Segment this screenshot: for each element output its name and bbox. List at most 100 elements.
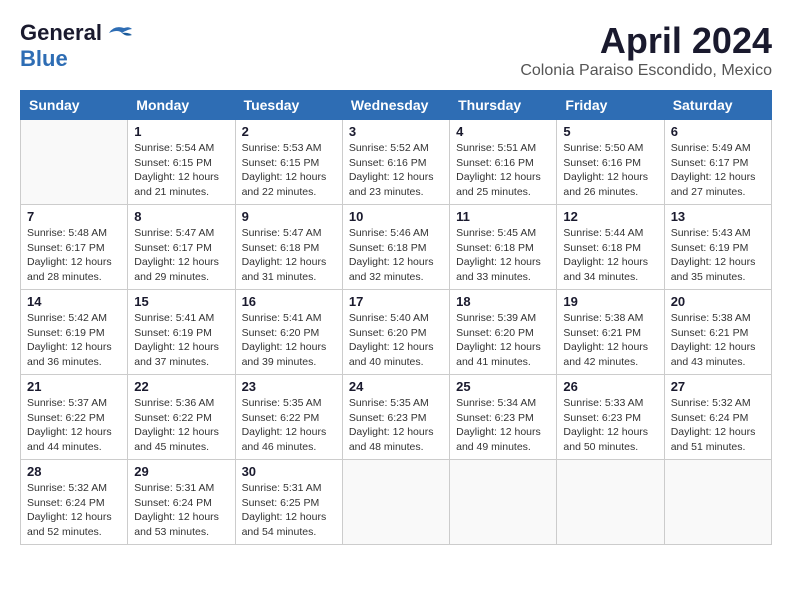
day-info: Sunrise: 5:35 AMSunset: 6:23 PMDaylight:… bbox=[349, 396, 443, 455]
calendar-cell: 2Sunrise: 5:53 AMSunset: 6:15 PMDaylight… bbox=[235, 120, 342, 205]
calendar-cell: 15Sunrise: 5:41 AMSunset: 6:19 PMDayligh… bbox=[128, 290, 235, 375]
day-info: Sunrise: 5:47 AMSunset: 6:17 PMDaylight:… bbox=[134, 226, 228, 285]
calendar-cell: 20Sunrise: 5:38 AMSunset: 6:21 PMDayligh… bbox=[664, 290, 771, 375]
calendar-header-friday: Friday bbox=[557, 91, 664, 120]
day-info: Sunrise: 5:40 AMSunset: 6:20 PMDaylight:… bbox=[349, 311, 443, 370]
calendar-cell: 14 Sunrise: 5:42 AMSunset: 6:19 PMDayligh… bbox=[21, 290, 128, 375]
day-number: 30 bbox=[242, 464, 336, 479]
day-info: Sunrise: 5:39 AMSunset: 6:20 PMDaylight:… bbox=[456, 311, 550, 370]
logo: General Blue bbox=[20, 20, 134, 72]
day-number: 8 bbox=[134, 209, 228, 224]
calendar-header-row: SundayMondayTuesdayWednesdayThursdayFrid… bbox=[21, 91, 772, 120]
day-info: Sunrise: 5:52 AMSunset: 6:16 PMDaylight:… bbox=[349, 141, 443, 200]
calendar-cell: 10Sunrise: 5:46 AMSunset: 6:18 PMDayligh… bbox=[342, 205, 449, 290]
day-info: Sunrise: 5:53 AMSunset: 6:15 PMDaylight:… bbox=[242, 141, 336, 200]
day-number: 29 bbox=[134, 464, 228, 479]
calendar-cell: 23 Sunrise: 5:35 AMSunset: 6:22 PMDayligh… bbox=[235, 375, 342, 460]
day-number: 24 bbox=[349, 379, 443, 394]
day-number: 16 bbox=[242, 294, 336, 309]
day-number: 7 bbox=[27, 209, 121, 224]
day-info: Sunrise: 5:35 AMSunset: 6:22 PMDaylight:… bbox=[242, 396, 336, 455]
calendar-cell: 18 Sunrise: 5:39 AMSunset: 6:20 PMDayligh… bbox=[450, 290, 557, 375]
calendar-cell bbox=[450, 460, 557, 545]
day-info: Sunrise: 5:32 AMSunset: 6:24 PMDaylight:… bbox=[671, 396, 765, 455]
logo-bird-icon bbox=[104, 23, 134, 43]
calendar-header-wednesday: Wednesday bbox=[342, 91, 449, 120]
calendar-cell: 11 Sunrise: 5:45 AMSunset: 6:18 PMDayligh… bbox=[450, 205, 557, 290]
calendar-header-tuesday: Tuesday bbox=[235, 91, 342, 120]
logo-blue-text: Blue bbox=[20, 46, 68, 72]
calendar-cell bbox=[21, 120, 128, 205]
day-number: 19 bbox=[563, 294, 657, 309]
day-info: Sunrise: 5:31 AMSunset: 6:25 PMDaylight:… bbox=[242, 481, 336, 540]
calendar-cell: 7 Sunrise: 5:48 AMSunset: 6:17 PMDaylight… bbox=[21, 205, 128, 290]
day-info: Sunrise: 5:48 AMSunset: 6:17 PMDaylight:… bbox=[27, 226, 121, 285]
day-number: 14 bbox=[27, 294, 121, 309]
calendar-cell: 1Sunrise: 5:54 AMSunset: 6:15 PMDaylight… bbox=[128, 120, 235, 205]
day-info: Sunrise: 5:49 AMSunset: 6:17 PMDaylight:… bbox=[671, 141, 765, 200]
calendar-cell: 4 Sunrise: 5:51 AMSunset: 6:16 PMDaylight… bbox=[450, 120, 557, 205]
day-info: Sunrise: 5:41 AMSunset: 6:19 PMDaylight:… bbox=[134, 311, 228, 370]
day-number: 17 bbox=[349, 294, 443, 309]
calendar-cell: 13 Sunrise: 5:43 AMSunset: 6:19 PMDayligh… bbox=[664, 205, 771, 290]
calendar-header-thursday: Thursday bbox=[450, 91, 557, 120]
day-info: Sunrise: 5:46 AMSunset: 6:18 PMDaylight:… bbox=[349, 226, 443, 285]
calendar-cell: 28Sunrise: 5:32 AMSunset: 6:24 PMDayligh… bbox=[21, 460, 128, 545]
calendar-cell: 5Sunrise: 5:50 AMSunset: 6:16 PMDaylight… bbox=[557, 120, 664, 205]
day-number: 9 bbox=[242, 209, 336, 224]
calendar-header-sunday: Sunday bbox=[21, 91, 128, 120]
calendar-cell: 27 Sunrise: 5:32 AMSunset: 6:24 PMDayligh… bbox=[664, 375, 771, 460]
day-info: Sunrise: 5:41 AMSunset: 6:20 PMDaylight:… bbox=[242, 311, 336, 370]
calendar-cell: 8 Sunrise: 5:47 AMSunset: 6:17 PMDaylight… bbox=[128, 205, 235, 290]
day-number: 12 bbox=[563, 209, 657, 224]
calendar-cell: 16 Sunrise: 5:41 AMSunset: 6:20 PMDayligh… bbox=[235, 290, 342, 375]
day-info: Sunrise: 5:45 AMSunset: 6:18 PMDaylight:… bbox=[456, 226, 550, 285]
day-number: 5 bbox=[563, 124, 657, 139]
day-info: Sunrise: 5:44 AMSunset: 6:18 PMDaylight:… bbox=[563, 226, 657, 285]
calendar-cell: 29Sunrise: 5:31 AMSunset: 6:24 PMDayligh… bbox=[128, 460, 235, 545]
calendar-cell: 6 Sunrise: 5:49 AMSunset: 6:17 PMDaylight… bbox=[664, 120, 771, 205]
day-number: 18 bbox=[456, 294, 550, 309]
day-number: 3 bbox=[349, 124, 443, 139]
day-info: Sunrise: 5:43 AMSunset: 6:19 PMDaylight:… bbox=[671, 226, 765, 285]
calendar-cell: 3 Sunrise: 5:52 AMSunset: 6:16 PMDaylight… bbox=[342, 120, 449, 205]
calendar-cell: 30 Sunrise: 5:31 AMSunset: 6:25 PMDayligh… bbox=[235, 460, 342, 545]
day-number: 28 bbox=[27, 464, 121, 479]
day-number: 6 bbox=[671, 124, 765, 139]
day-info: Sunrise: 5:34 AMSunset: 6:23 PMDaylight:… bbox=[456, 396, 550, 455]
day-info: Sunrise: 5:37 AMSunset: 6:22 PMDaylight:… bbox=[27, 396, 121, 455]
calendar-cell: 17 Sunrise: 5:40 AMSunset: 6:20 PMDayligh… bbox=[342, 290, 449, 375]
calendar-header-saturday: Saturday bbox=[664, 91, 771, 120]
calendar-cell bbox=[557, 460, 664, 545]
week-row-3: 14 Sunrise: 5:42 AMSunset: 6:19 PMDayligh… bbox=[21, 290, 772, 375]
day-info: Sunrise: 5:33 AMSunset: 6:23 PMDaylight:… bbox=[563, 396, 657, 455]
calendar-cell bbox=[664, 460, 771, 545]
title-section: April 2024 Colonia Paraiso Escondido, Me… bbox=[520, 20, 772, 80]
calendar-cell: 19 Sunrise: 5:38 AMSunset: 6:21 PMDayligh… bbox=[557, 290, 664, 375]
day-number: 23 bbox=[242, 379, 336, 394]
calendar: SundayMondayTuesdayWednesdayThursdayFrid… bbox=[20, 90, 772, 545]
day-number: 27 bbox=[671, 379, 765, 394]
calendar-cell: 22Sunrise: 5:36 AMSunset: 6:22 PMDayligh… bbox=[128, 375, 235, 460]
day-info: Sunrise: 5:38 AMSunset: 6:21 PMDaylight:… bbox=[563, 311, 657, 370]
day-info: Sunrise: 5:51 AMSunset: 6:16 PMDaylight:… bbox=[456, 141, 550, 200]
month-title: April 2024 bbox=[520, 20, 772, 62]
day-info: Sunrise: 5:42 AMSunset: 6:19 PMDaylight:… bbox=[27, 311, 121, 370]
calendar-header-monday: Monday bbox=[128, 91, 235, 120]
day-info: Sunrise: 5:47 AMSunset: 6:18 PMDaylight:… bbox=[242, 226, 336, 285]
location-title: Colonia Paraiso Escondido, Mexico bbox=[520, 62, 772, 80]
day-number: 25 bbox=[456, 379, 550, 394]
calendar-cell: 24 Sunrise: 5:35 AMSunset: 6:23 PMDayligh… bbox=[342, 375, 449, 460]
day-number: 13 bbox=[671, 209, 765, 224]
day-number: 11 bbox=[456, 209, 550, 224]
day-number: 4 bbox=[456, 124, 550, 139]
header-section: General Blue April 2024 Colonia Paraiso … bbox=[20, 20, 772, 80]
day-info: Sunrise: 5:54 AMSunset: 6:15 PMDaylight:… bbox=[134, 141, 228, 200]
calendar-cell: 26 Sunrise: 5:33 AMSunset: 6:23 PMDayligh… bbox=[557, 375, 664, 460]
day-number: 26 bbox=[563, 379, 657, 394]
day-number: 22 bbox=[134, 379, 228, 394]
day-number: 20 bbox=[671, 294, 765, 309]
week-row-2: 7 Sunrise: 5:48 AMSunset: 6:17 PMDaylight… bbox=[21, 205, 772, 290]
week-row-5: 28Sunrise: 5:32 AMSunset: 6:24 PMDayligh… bbox=[21, 460, 772, 545]
calendar-cell: 12 Sunrise: 5:44 AMSunset: 6:18 PMDayligh… bbox=[557, 205, 664, 290]
